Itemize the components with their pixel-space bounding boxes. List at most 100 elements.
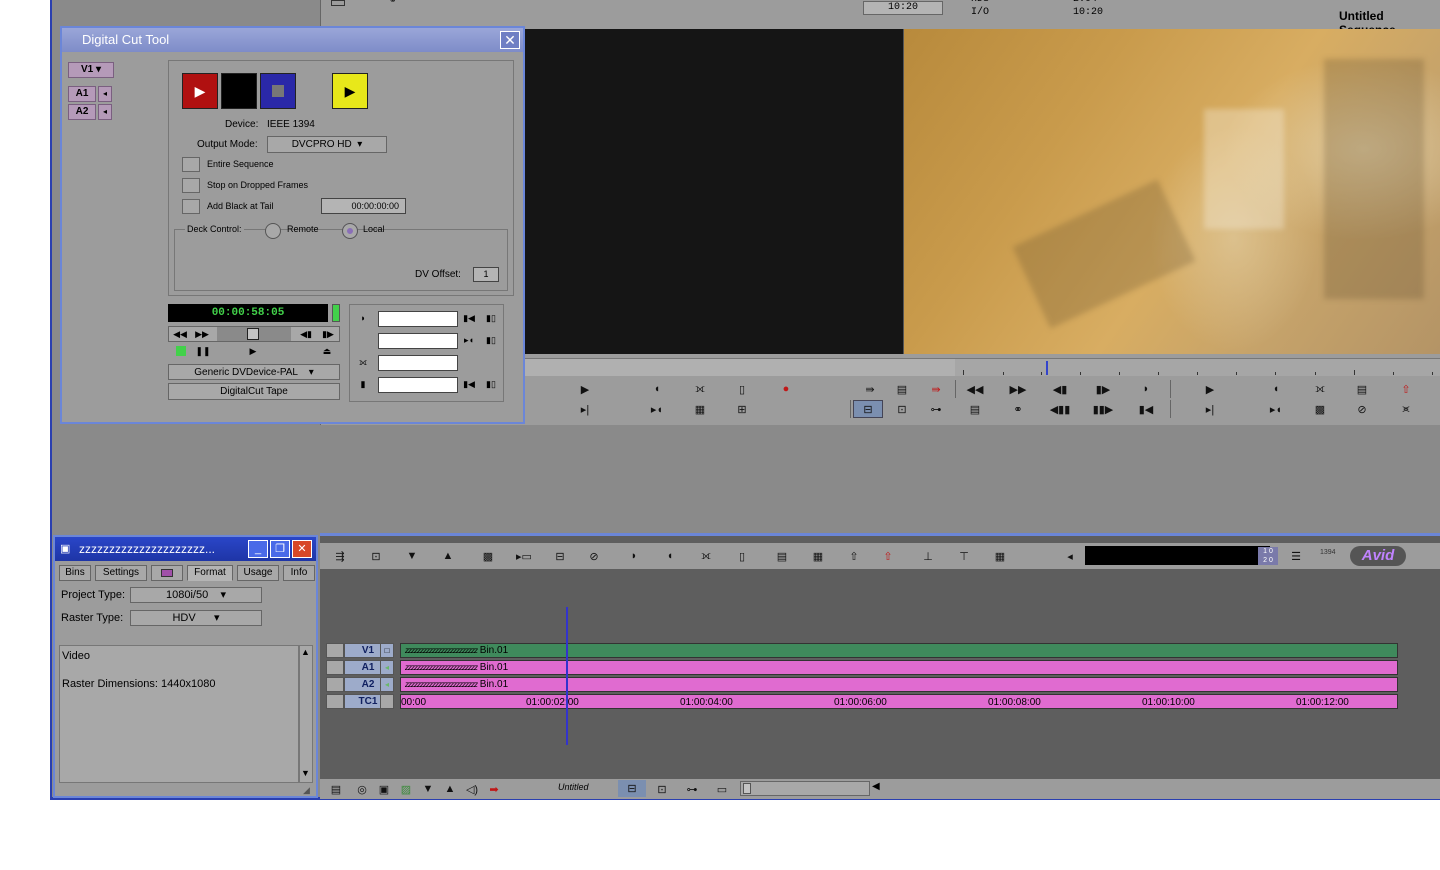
mark-clip-icon[interactable]: ⟗ [685, 380, 715, 398]
timeline-position-indicator[interactable] [566, 607, 568, 745]
rewind-icon[interactable]: ◀◀ [960, 380, 990, 398]
position-indicator[interactable] [1046, 361, 1048, 375]
local-radio[interactable] [342, 223, 358, 239]
lift-up-icon[interactable]: ⇧ [840, 546, 868, 566]
source-record-mode-icon[interactable]: ⊟ [853, 400, 883, 418]
add-marker-icon[interactable]: ● [771, 380, 801, 398]
pause-icon[interactable]: ❚❚ [194, 344, 212, 358]
tc-display-left[interactable]: 10:20 [863, 1, 943, 15]
splice-in-icon[interactable]: ⇛ [855, 380, 885, 398]
stop-button[interactable] [221, 73, 257, 109]
bin-icon[interactable]: ▤ [960, 400, 990, 418]
tab-effects[interactable] [151, 565, 183, 581]
dct-titlebar[interactable]: Digital Cut Tool [62, 28, 523, 52]
mark-in-field[interactable] [378, 311, 458, 327]
extract-up-icon[interactable]: ⇧ [874, 546, 902, 566]
go-to-out-icon[interactable]: ▸| [570, 400, 600, 418]
grid-icon[interactable]: ▦ [986, 546, 1014, 566]
clip-v1[interactable]: zzzzzzzzzzzzzzzzzzzzzzzz Bin.01 [400, 643, 1398, 658]
minimize-icon[interactable]: _ [248, 540, 268, 558]
mark-clip-record-icon[interactable]: ⟗ [1305, 380, 1335, 398]
subclip-icon[interactable]: ⊟ [546, 546, 574, 566]
overwrite-icon[interactable]: ⊤ [950, 546, 978, 566]
next-edit-icon[interactable]: ▮▮▶ [1088, 400, 1118, 418]
clear-marks-icon[interactable]: ▯ [727, 380, 757, 398]
effect-mode-icon[interactable]: ⊶ [678, 779, 706, 799]
extract-icon[interactable]: ▦ [804, 546, 832, 566]
mark-clip-icon[interactable]: ⟗ [692, 546, 720, 566]
mark-out-icon[interactable]: ◗ [620, 546, 648, 566]
bin-list-icon[interactable]: ☰ [1282, 546, 1310, 566]
render-icon[interactable]: ▩ [1305, 400, 1335, 418]
timeline-zoom-display[interactable] [1085, 546, 1270, 565]
play-icon[interactable]: ▶ [244, 344, 262, 358]
segment-icon[interactable]: ▭ [708, 779, 736, 799]
resize-grip-icon[interactable]: ◢ [303, 785, 310, 796]
tab-bins[interactable]: Bins [59, 565, 91, 581]
scroll-left-icon[interactable]: ◀ [872, 781, 880, 792]
dv-offset-field[interactable]: 1 [473, 267, 499, 282]
speaker-a2-icon[interactable]: ◂ [380, 677, 394, 692]
link-record-icon[interactable]: ⚭ [1003, 400, 1033, 418]
track-select-v1[interactable] [326, 643, 344, 658]
mark-in-icon[interactable]: ◗ [354, 311, 372, 325]
position-bar[interactable] [525, 358, 1440, 376]
project-type-select[interactable]: 1080i/50 ▾ [130, 587, 262, 603]
go-to-end-icon[interactable]: ▸| [1195, 400, 1225, 418]
splice-icon[interactable]: ⊥ [914, 546, 942, 566]
video-monitor-icon[interactable]: □ [380, 643, 394, 658]
track-a2-speaker-icon[interactable]: ◂ [98, 104, 112, 120]
shuttle-handle[interactable] [247, 328, 259, 340]
fast-forward-icon[interactable]: ▶▶ [1003, 380, 1033, 398]
segment-mode-icon[interactable]: ▸▭ [510, 546, 538, 566]
info-scrollbar[interactable]: ▲ ▼ [299, 645, 313, 783]
digitalcut-tape-button[interactable]: DigitalCut Tape [168, 383, 340, 400]
lift-icon[interactable]: ▤ [887, 380, 917, 398]
chevron-up-icon[interactable]: ▲ [434, 546, 462, 566]
clear-out-icon[interactable]: ▮▯ [482, 333, 500, 347]
clear-icon[interactable]: ⊘ [1347, 400, 1377, 418]
track-select-a2[interactable] [326, 677, 344, 692]
tab-settings[interactable]: Settings [95, 565, 147, 581]
record-arrow-icon[interactable]: ➡ [480, 779, 508, 799]
track-select-tc1[interactable] [326, 694, 344, 709]
composer-menu-icon[interactable] [331, 0, 345, 6]
track-count-icon[interactable]: 1 02 0 [1258, 547, 1278, 565]
fast-forward-icon[interactable]: ▶▶ [193, 327, 211, 341]
eject-icon[interactable]: ⏏ [318, 344, 336, 358]
top-tail-icon[interactable]: ⪤ [1391, 400, 1421, 418]
prev-edit-icon[interactable]: ◀▮▮ [1045, 400, 1075, 418]
duration-field[interactable] [378, 355, 458, 371]
raster-type-select[interactable]: HDV ▾ [130, 610, 262, 626]
record-play-button[interactable]: ▶ [182, 73, 218, 109]
add-black-duration-field[interactable]: 00:00:00:00 [321, 198, 406, 214]
clear-position-icon[interactable]: ▮▯ [482, 377, 500, 391]
clear-in-out-icon[interactable]: ▯ [728, 546, 756, 566]
track-a1-speaker-icon[interactable]: ◂ [98, 86, 112, 102]
clear-in-icon[interactable]: ▮▯ [482, 311, 500, 325]
step-back-icon[interactable]: ◀▮ [1045, 380, 1075, 398]
tab-format[interactable]: Format [187, 565, 233, 581]
add-edit-icon[interactable]: ⊞ [727, 400, 757, 418]
deck-select[interactable]: Generic DVDevice-PAL ▾ [168, 364, 340, 380]
speaker-a1-icon[interactable]: ◂ [380, 660, 394, 675]
go-to-out-icon[interactable]: ▸◖ [460, 333, 478, 347]
track-v1-button[interactable]: V1 ▾ [68, 62, 114, 78]
halt-button[interactable] [260, 73, 296, 109]
go-to-in-icon[interactable]: ▮◀ [460, 311, 478, 325]
timeline-settings-icon[interactable]: ⇶ [326, 546, 354, 566]
step-back-icon[interactable]: ◀▮ [297, 327, 315, 341]
remote-radio[interactable] [265, 223, 281, 239]
timeline-menu-icon[interactable]: ▤ [322, 779, 350, 799]
track-a1-button[interactable]: A1 [68, 86, 96, 102]
extract-icon[interactable]: ▤ [1347, 380, 1377, 398]
mark-in-icon[interactable]: ◖ [642, 380, 672, 398]
close-icon[interactable]: ✕ [500, 31, 520, 49]
restore-icon[interactable]: ❐ [270, 540, 290, 558]
step-forward-icon[interactable]: ▮▶ [319, 327, 337, 341]
effect-mode-icon[interactable]: ⊶ [921, 400, 951, 418]
scroll-down-icon[interactable]: ▼ [301, 768, 310, 778]
add-black-checkbox[interactable] [182, 199, 200, 214]
go-to-start-icon[interactable]: ▮◀ [1131, 400, 1161, 418]
match-frame-icon[interactable]: ▸◖ [642, 400, 672, 418]
